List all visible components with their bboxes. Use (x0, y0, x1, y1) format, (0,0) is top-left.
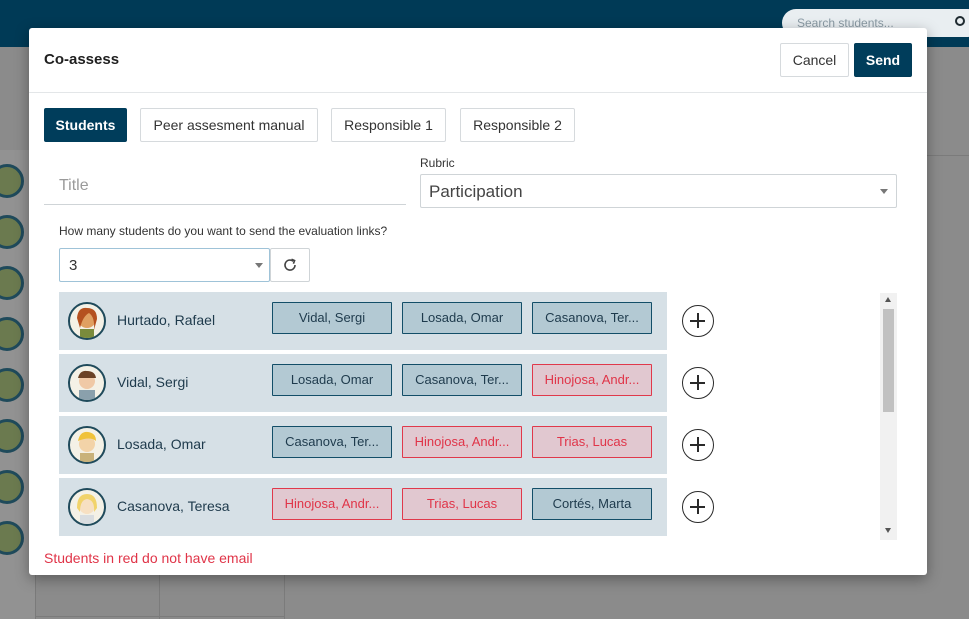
student-name: Vidal, Sergi (117, 374, 189, 390)
evaluator-chip[interactable]: Cortés, Marta (532, 488, 652, 520)
avatar (68, 302, 106, 340)
count-selected-value: 3 (69, 257, 78, 274)
divider (36, 616, 285, 617)
student-name: Losada, Omar (117, 436, 206, 452)
tab-students[interactable]: Students (44, 108, 127, 142)
avatar (0, 164, 24, 198)
tab-responsible-1[interactable]: Responsible 1 (331, 108, 446, 142)
evaluator-chip[interactable]: Losada, Omar (272, 364, 392, 396)
evaluator-chip[interactable]: Losada, Omar (402, 302, 522, 334)
avatar (0, 317, 24, 351)
scroll-down-arrow-icon[interactable] (885, 528, 891, 533)
title-input[interactable]: Title (44, 173, 406, 205)
evaluator-chip-no-email[interactable]: Trias, Lucas (532, 426, 652, 458)
co-assess-dialog: Co-assess Cancel Send Students Peer asse… (29, 28, 927, 575)
rubric-selected-value: Participation (429, 182, 523, 201)
student-row: Vidal, Sergi Losada, Omar Casanova, Ter.… (59, 354, 667, 412)
student-list: Hurtado, Rafael Vidal, Sergi Losada, Oma… (59, 292, 897, 540)
send-button[interactable]: Send (854, 43, 912, 77)
avatar (0, 470, 24, 504)
search-icon (955, 16, 965, 26)
avatar (68, 488, 106, 526)
refresh-icon (284, 258, 296, 271)
tab-peer-assessment-manual[interactable]: Peer assesment manual (140, 108, 318, 142)
tab-responsible-2[interactable]: Responsible 2 (460, 108, 575, 142)
avatar (0, 368, 24, 402)
avatar (0, 521, 24, 555)
add-evaluator-button[interactable] (682, 491, 714, 523)
refresh-button[interactable] (270, 248, 310, 282)
avatar (0, 419, 24, 453)
divider (159, 575, 160, 619)
no-email-warning: Students in red do not have email (44, 550, 253, 566)
evaluator-chip-no-email[interactable]: Trias, Lucas (402, 488, 522, 520)
chevron-down-icon (880, 189, 888, 194)
dialog-header: Co-assess Cancel Send (29, 28, 927, 93)
add-evaluator-button[interactable] (682, 429, 714, 461)
rubric-select[interactable]: Participation (420, 174, 897, 208)
scroll-up-arrow-icon[interactable] (885, 297, 891, 302)
avatar (0, 215, 24, 249)
rubric-label: Rubric (420, 156, 455, 170)
evaluator-chip-no-email[interactable]: Hinojosa, Andr... (402, 426, 522, 458)
student-row: Hurtado, Rafael Vidal, Sergi Losada, Oma… (59, 292, 667, 350)
evaluator-chip-no-email[interactable]: Hinojosa, Andr... (532, 364, 652, 396)
evaluator-chip-no-email[interactable]: Hinojosa, Andr... (272, 488, 392, 520)
add-evaluator-button[interactable] (682, 305, 714, 337)
avatar (68, 364, 106, 402)
title-placeholder: Title (59, 177, 89, 194)
dialog-title: Co-assess (44, 51, 120, 68)
student-name: Hurtado, Rafael (117, 312, 216, 328)
evaluator-chip[interactable]: Casanova, Ter... (532, 302, 652, 334)
avatar (0, 266, 24, 300)
evaluator-chip[interactable]: Vidal, Sergi (272, 302, 392, 334)
scroll-thumb[interactable] (883, 309, 894, 412)
divider (284, 575, 285, 619)
list-scrollbar[interactable] (880, 293, 897, 540)
chevron-down-icon (255, 263, 263, 268)
student-row: Losada, Omar Casanova, Ter... Hinojosa, … (59, 416, 667, 474)
student-row: Casanova, Teresa Hinojosa, Andr... Trias… (59, 478, 667, 536)
count-select[interactable]: 3 (59, 248, 270, 282)
cancel-button[interactable]: Cancel (780, 43, 849, 77)
add-evaluator-button[interactable] (682, 367, 714, 399)
evaluator-chip[interactable]: Casanova, Ter... (402, 364, 522, 396)
count-question: How many students do you want to send th… (59, 224, 388, 238)
evaluator-chip[interactable]: Casanova, Ter... (272, 426, 392, 458)
avatar (68, 426, 106, 464)
student-name: Casanova, Teresa (117, 498, 230, 514)
